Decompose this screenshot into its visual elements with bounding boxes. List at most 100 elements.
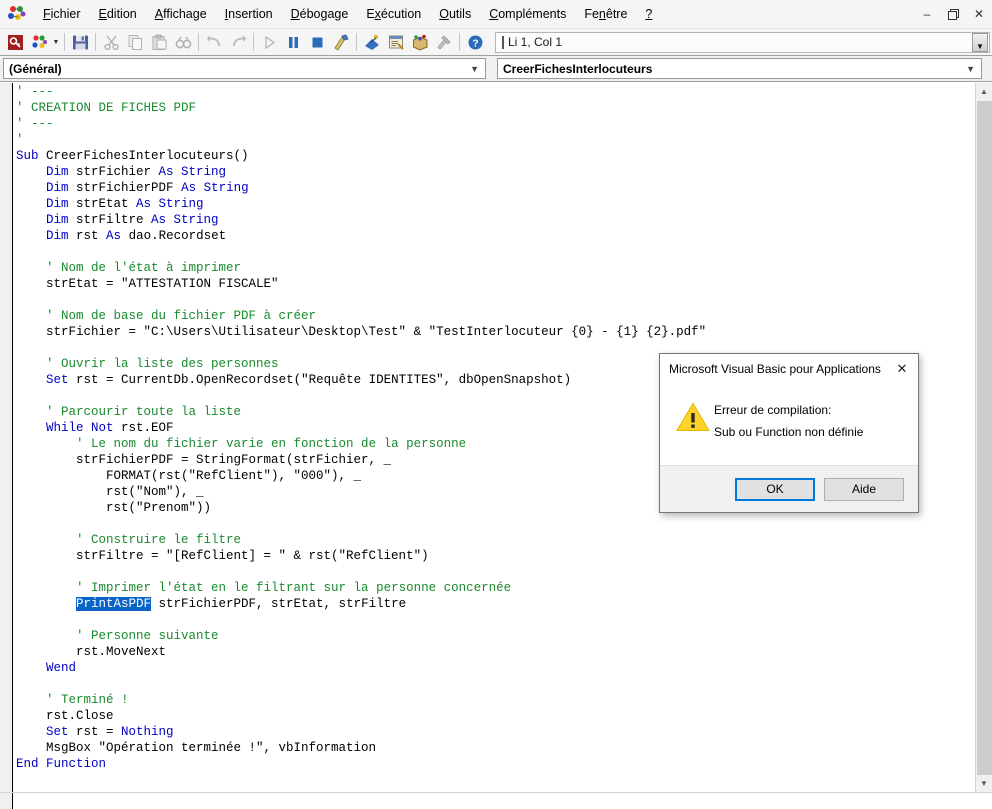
run-button[interactable] xyxy=(257,31,281,54)
position-indicator-field[interactable]: Li 1, Col 1 ▼ xyxy=(495,31,990,53)
scroll-down-arrow-icon[interactable]: ▼ xyxy=(976,775,992,792)
menu-outils[interactable]: Outils xyxy=(430,3,480,25)
restore-button[interactable] xyxy=(940,1,966,27)
reset-button[interactable] xyxy=(305,31,329,54)
view-access-button[interactable] xyxy=(3,31,27,54)
project-explorer-icon xyxy=(364,34,379,50)
restore-icon xyxy=(947,8,959,20)
code-token: MsgBox "Opération terminée !", vbInforma… xyxy=(16,741,377,755)
spinner-down-icon[interactable]: ▼ xyxy=(972,32,988,52)
menu-edition[interactable]: Edition xyxy=(90,3,146,25)
menu-affichage[interactable]: Affichage xyxy=(146,3,216,25)
toolbar-separator xyxy=(198,33,199,51)
save-button[interactable] xyxy=(68,31,92,54)
object-combobox[interactable]: (Général) ▼ xyxy=(3,58,486,79)
object-browser-icon xyxy=(412,34,427,51)
project-explorer-button[interactable] xyxy=(360,31,384,54)
object-browser-button[interactable] xyxy=(408,31,432,54)
menu-execution[interactable]: Exécution xyxy=(357,3,430,25)
code-token: FORMAT(rst("RefClient"), "000"), _ xyxy=(16,469,362,483)
vertical-scrollbar-thumb[interactable] xyxy=(977,101,992,781)
menu-fenetre[interactable]: Fenêtre xyxy=(575,3,636,25)
minimize-button[interactable]: – xyxy=(914,1,940,27)
toolbar-separator xyxy=(95,33,96,51)
menu-debogage[interactable]: Débogage xyxy=(282,3,358,25)
code-line: strFiltre = "[RefClient] = " & rst("RefC… xyxy=(16,548,975,564)
code-token: ' xyxy=(16,133,24,147)
code-token: rst("Prenom")) xyxy=(16,501,212,515)
close-icon[interactable]: ✕ xyxy=(886,355,918,383)
code-token: As String xyxy=(181,181,249,195)
dialog-message-line1: Erreur de compilation: xyxy=(714,403,832,417)
save-disk-icon xyxy=(72,35,88,49)
cut-button[interactable] xyxy=(99,31,123,54)
code-token: ' Parcourir toute la liste xyxy=(46,405,242,419)
design-mode-button[interactable] xyxy=(329,31,353,54)
insert-object-button[interactable] xyxy=(27,31,51,54)
properties-window-button[interactable] xyxy=(384,31,408,54)
code-line: Dim strEtat As String xyxy=(16,196,975,212)
toolbar: ▼ ? Li 1, Col 1 ▼ xyxy=(0,29,992,56)
menu-debogage-label: ébogage xyxy=(299,7,349,21)
code-token: ' Le nom du fichier varie en fonction de… xyxy=(76,437,467,451)
code-token: rst("Nom"), _ xyxy=(16,485,204,499)
dialog-ok-button[interactable]: OK xyxy=(735,477,815,501)
dialog-footer: OK Aide xyxy=(660,465,918,512)
find-button[interactable] xyxy=(171,31,195,54)
code-margin-indicator-bar[interactable] xyxy=(0,83,13,792)
procedure-combobox[interactable]: CreerFichesInterlocuteurs ▼ xyxy=(497,58,982,79)
code-line: PrintAsPDF strFichierPDF, strEtat, strFi… xyxy=(16,596,975,612)
dialog-aide-button[interactable]: Aide xyxy=(824,477,904,501)
code-pane-header: (Général) ▼ CreerFichesInterlocuteurs ▼ xyxy=(0,56,992,82)
copy-button[interactable] xyxy=(123,31,147,54)
selected-token: PrintAsPDF xyxy=(76,597,152,611)
code-line: strEtat = "ATTESTATION FISCALE" xyxy=(16,276,975,292)
redo-button[interactable] xyxy=(226,31,250,54)
menu-affichage-label: ffichage xyxy=(163,7,207,21)
undo-arrow-icon xyxy=(206,34,220,46)
close-button[interactable]: ✕ xyxy=(966,1,992,27)
code-token: rst = xyxy=(76,725,122,739)
undo-button[interactable] xyxy=(202,31,226,54)
menu-aide[interactable]: ? xyxy=(636,3,661,25)
toolbox-button[interactable] xyxy=(432,31,456,54)
menu-insertion[interactable]: Insertion xyxy=(216,3,282,25)
help-question-icon: ? xyxy=(468,35,482,49)
code-token: strFichierPDF = StringFormat(strFichier,… xyxy=(16,453,392,467)
help-button[interactable]: ? xyxy=(463,31,487,54)
menu-complements[interactable]: Compléments xyxy=(480,3,575,25)
code-line: rst.MoveNext xyxy=(16,644,975,660)
play-triangle-icon xyxy=(264,35,275,49)
code-line: Set rst = Nothing xyxy=(16,724,975,740)
horizontal-scrollbar[interactable] xyxy=(0,792,992,809)
vertical-scrollbar[interactable]: ▲ ▼ xyxy=(975,83,992,792)
vba-logo-icon xyxy=(4,3,30,25)
scroll-up-arrow-icon[interactable]: ▲ xyxy=(976,83,992,100)
stop-square-icon xyxy=(312,37,322,47)
menu-bar: Fichier Edition Affichage Insertion Débo… xyxy=(0,0,992,29)
chevron-down-icon[interactable]: ▼ xyxy=(966,59,975,78)
menu-fichier[interactable]: Fichier xyxy=(34,3,90,25)
paste-button[interactable] xyxy=(147,31,171,54)
dialog-title-bar[interactable]: Microsoft Visual Basic pour Applications… xyxy=(660,354,918,384)
code-token: ' Personne suivante xyxy=(76,629,219,643)
chevron-down-icon[interactable]: ▼ xyxy=(470,59,479,78)
insert-object-dropdown-arrow[interactable]: ▼ xyxy=(51,31,61,54)
toolbar-separator xyxy=(459,33,460,51)
break-button[interactable] xyxy=(281,31,305,54)
code-line: ' xyxy=(16,132,975,148)
